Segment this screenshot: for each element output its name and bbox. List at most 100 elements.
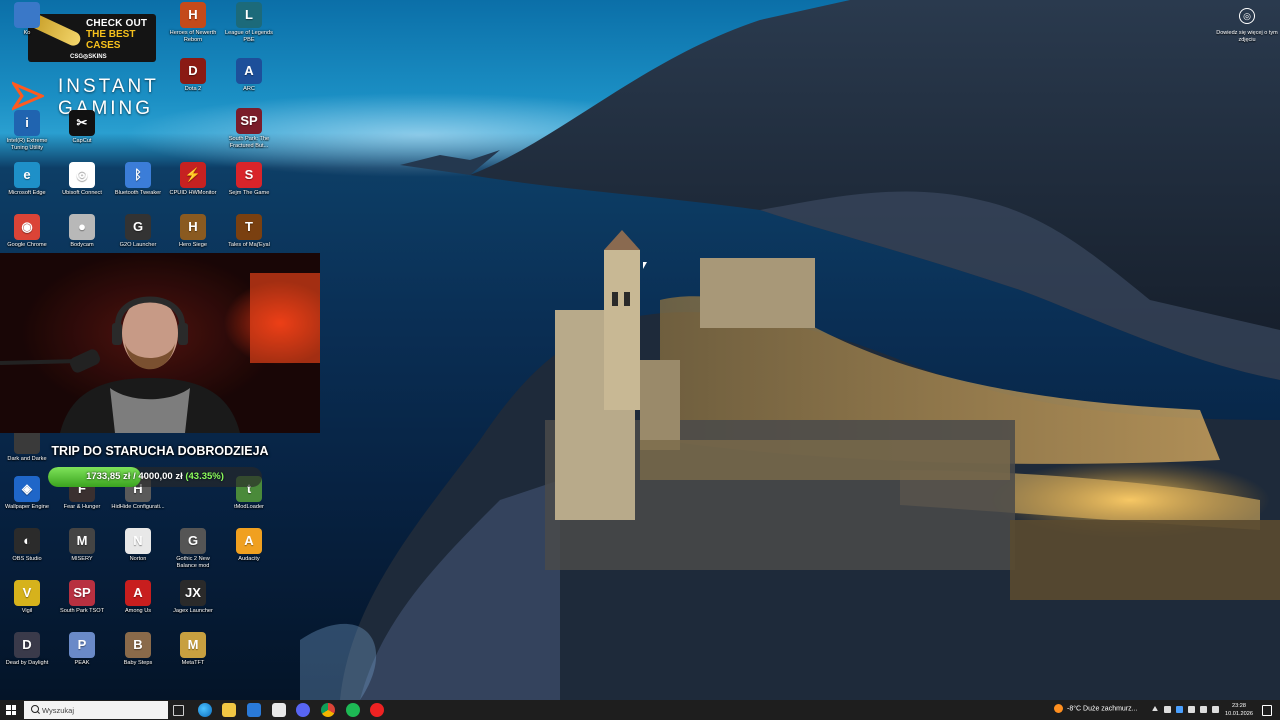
desktop-icon-label: Ko	[23, 30, 31, 36]
spotlight-info-text[interactable]: Dowiedz się więcej o tym zdjęciu	[1214, 30, 1280, 44]
search-input[interactable]	[42, 701, 162, 719]
desktop-icon-label: ARC	[243, 86, 255, 92]
app-icon: H	[180, 2, 206, 28]
spotify-icon[interactable]	[346, 703, 360, 717]
weather-text: -8°C Duże zachmurz...	[1067, 705, 1138, 713]
desktop-icon[interactable]: N Norton	[111, 528, 165, 580]
app-icon: SP	[69, 580, 95, 606]
desktop-icon[interactable]: A Among Us	[111, 580, 165, 632]
desktop-icon[interactable]: V Vigil	[0, 580, 54, 632]
app-icon: JX	[180, 580, 206, 606]
desktop-icon[interactable]: ⚡ CPUID HWMonitor	[166, 162, 220, 214]
desktop-icon-label: Norton	[129, 556, 147, 562]
desktop-icon[interactable]: A ARC	[222, 58, 276, 110]
app-icon: D	[180, 58, 206, 84]
clock[interactable]: 23:28 10.01.2026	[1224, 702, 1254, 718]
app-icon: e	[14, 162, 40, 188]
desktop-icon[interactable]: ✂ CapCut	[55, 110, 109, 162]
app-icon: ◈	[14, 476, 40, 502]
desktop-icon[interactable]: H Heroes of Newerth Reborn	[166, 2, 220, 54]
desktop-icon[interactable]: ◐ OBS Studio	[0, 528, 54, 580]
desktop-icon-label: MetaTFT	[181, 660, 205, 666]
network-icon[interactable]	[1188, 706, 1195, 713]
desktop-icon-label: Bluetooth Tweaker	[114, 190, 162, 196]
speaker-icon[interactable]	[1200, 706, 1207, 713]
start-button[interactable]	[0, 700, 22, 720]
desktop-icon-label: Sejm The Game	[228, 190, 270, 196]
spotlight-info[interactable]: ◎ Dowiedz się więcej o tym zdjęciu	[1214, 6, 1280, 44]
obs-taskbar-icon[interactable]	[370, 703, 384, 717]
notification-center-icon[interactable]	[1262, 705, 1272, 716]
desktop-icon-label: League of Legends PBE	[225, 30, 273, 43]
donation-amount: 1733,85 zł / 4000,00 zł	[86, 471, 183, 482]
desktop-icon[interactable]: D Dead by Daylight	[0, 632, 54, 684]
desktop-icon[interactable]: ᛒ Bluetooth Tweaker	[111, 162, 165, 214]
desktop-icon-label: HidHide Configurati...	[111, 504, 165, 510]
tray-bluetooth-icon[interactable]	[1176, 706, 1183, 713]
desktop-icon-label: PEAK	[74, 660, 90, 666]
desktop-icon[interactable]: P PEAK	[55, 632, 109, 684]
desktop-icon[interactable]: M MISERY	[55, 528, 109, 580]
app-icon: ●	[69, 214, 95, 240]
taskbar-search-box[interactable]	[24, 701, 168, 719]
app-icon: H	[180, 214, 206, 240]
desktop-icon-label: Fear & Hunger	[63, 504, 101, 510]
desktop-icon-label: Baby Steps	[123, 660, 153, 666]
app-icon: A	[236, 528, 262, 554]
desktop-icon[interactable]: i Intel(R) Extreme Tuning Utility	[0, 110, 54, 162]
desktop-icon-label: tModLoader	[234, 504, 264, 510]
desktop-icon-label: Gothic 2 New Balance mod	[176, 556, 210, 569]
app-icon: S	[236, 162, 262, 188]
app-icon: ◐	[14, 528, 40, 554]
promo-line-2: THE BEST	[86, 29, 136, 40]
desktop-icon[interactable]: L League of Legends PBE	[222, 2, 276, 54]
donation-progress-bar: 1733,85 zł / 4000,00 zł (43.35%)	[48, 467, 262, 487]
desktop-icon-label: OBS Studio	[12, 556, 42, 562]
desktop-icon-label: Jagex Launcher	[173, 608, 213, 614]
edge-taskbar-icon[interactable]	[198, 703, 212, 717]
desktop-icon[interactable]: SP South Park: The Fractured But...	[222, 108, 276, 160]
chrome-taskbar-icon[interactable]	[321, 703, 335, 717]
desktop-icon[interactable]: ◎ Ubisoft Connect	[55, 162, 109, 214]
app-icon: A	[236, 58, 262, 84]
desktop-icon-label: Hero Siege	[179, 242, 207, 248]
desktop-icon-label: CapCut	[72, 138, 92, 144]
app-icon: i	[14, 110, 40, 136]
desktop-icon[interactable]: S Sejm The Game	[222, 162, 276, 214]
app-icon: G	[180, 528, 206, 554]
app-icon: SP	[236, 108, 262, 134]
desktop-icon-label: Heroes of Newerth Reborn	[169, 30, 217, 43]
file-explorer-icon[interactable]	[222, 703, 236, 717]
app-icon: B	[125, 632, 151, 658]
desktop-icon-label: South Park TSOT	[59, 608, 105, 614]
discord-icon[interactable]	[296, 703, 310, 717]
desktop-icon[interactable]: G Gothic 2 New Balance mod	[166, 528, 220, 580]
desktop-icon-label: Ubisoft Connect	[62, 190, 102, 196]
desktop-icon[interactable]: ◈ Wallpaper Engine	[0, 476, 54, 528]
weather-widget[interactable]: -8°C Duże zachmurz...	[1054, 704, 1138, 713]
tray-app-icon[interactable]	[1164, 706, 1171, 713]
camera-icon[interactable]: ◎	[1239, 8, 1255, 24]
clock-time: 23:28	[1232, 703, 1246, 709]
desktop-icon[interactable]: e Microsoft Edge	[0, 162, 54, 214]
mouse-cursor-icon	[643, 262, 647, 269]
tray-chevron-icon[interactable]	[1152, 706, 1158, 711]
mail-icon[interactable]	[247, 703, 261, 717]
desktop-icon[interactable]: D Dota 2	[166, 58, 220, 110]
app-icon: ◎	[69, 162, 95, 188]
store-icon[interactable]	[272, 703, 286, 717]
desktop-icon[interactable]: B Baby Steps	[111, 632, 165, 684]
desktop-icon[interactable]: Ko	[0, 2, 54, 54]
desktop-icon[interactable]: A Audacity	[222, 528, 276, 580]
streamer-figure	[0, 253, 320, 433]
instant-gaming-logo-icon	[12, 81, 44, 111]
desktop[interactable]: CHECK OUT THE BEST CASES CSG◎SKINS INSTA…	[0, 0, 1280, 700]
desktop-icon[interactable]: JX Jagex Launcher	[166, 580, 220, 632]
desktop-icon[interactable]: M MetaTFT	[166, 632, 220, 684]
webcam-overlay	[0, 253, 320, 433]
language-icon[interactable]	[1212, 706, 1219, 713]
desktop-icon-label: Wallpaper Engine	[5, 504, 49, 510]
task-view-icon[interactable]	[173, 705, 184, 716]
desktop-icon[interactable]: SP South Park TSOT	[55, 580, 109, 632]
desktop-icon-label: Google Chrome	[7, 242, 47, 248]
